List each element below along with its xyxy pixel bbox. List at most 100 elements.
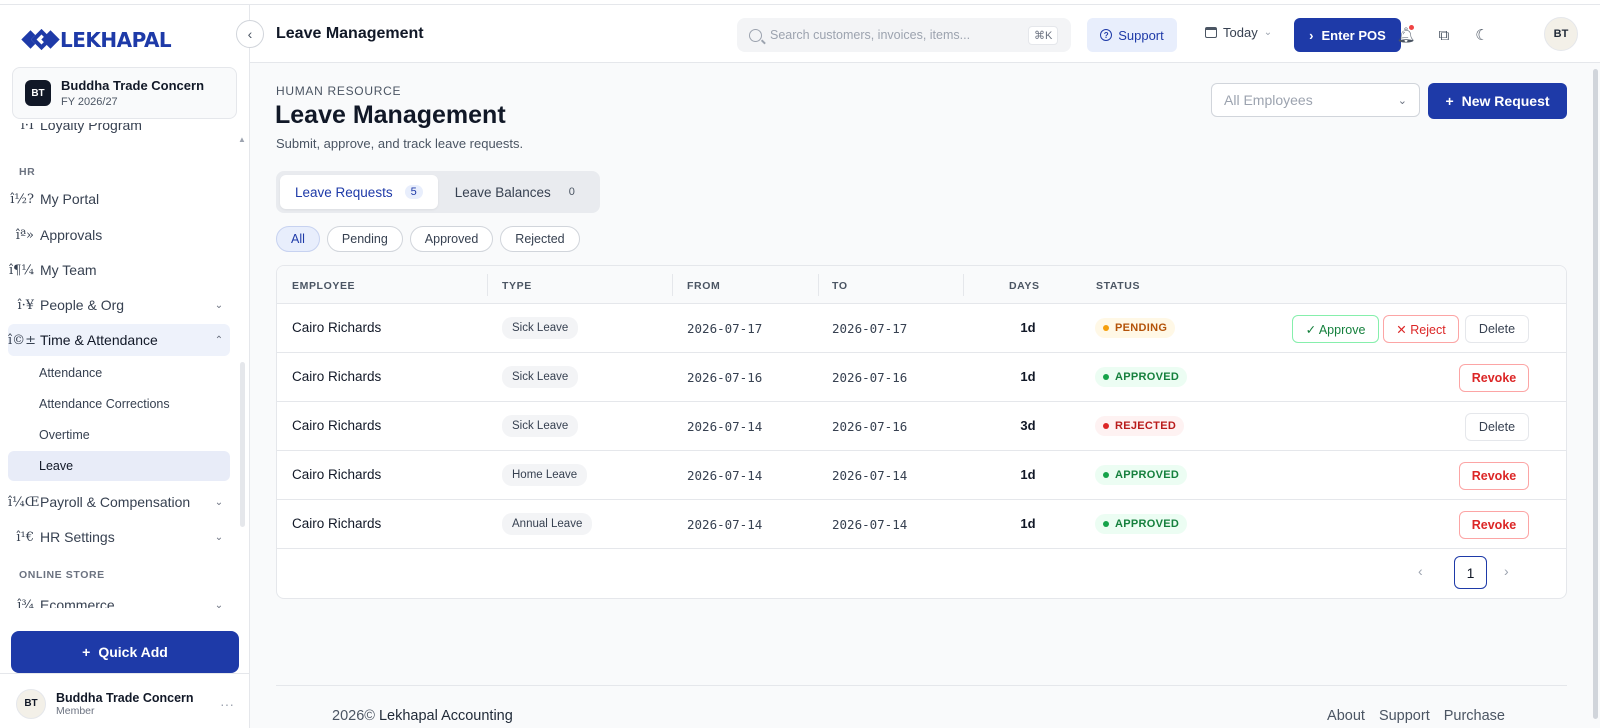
status-badge: REJECTED: [1095, 416, 1185, 436]
sidebar-item-loyalty-program[interactable]: ì·Ì Loyalty Program: [8, 123, 230, 141]
sidebar-item-payroll[interactable]: î¼Œ Payroll & Compensation ⌄: [8, 486, 230, 518]
sidebar-item-my-team[interactable]: î¶¼ My Team: [8, 254, 230, 286]
people-icon: î·¥: [17, 297, 34, 313]
brand-logo[interactable]: LEKHAPAL: [21, 27, 172, 53]
date-picker[interactable]: Today ⌄: [1205, 25, 1272, 40]
tab-leave-balances[interactable]: Leave Balances 0: [440, 175, 596, 209]
chevron-down-icon: ⌄: [1397, 94, 1407, 107]
sidebar-item-label: My Portal: [40, 191, 100, 207]
to-date: 2026-07-17: [832, 321, 908, 336]
pagination: ‹ 1 ›: [277, 545, 1566, 598]
sidebar-item-label: My Team: [40, 262, 97, 278]
column-header-to: TO: [832, 280, 848, 292]
avatar: BT: [16, 688, 46, 719]
company-name: Lekhapal Accounting: [378, 708, 513, 724]
user-menu[interactable]: BT Buddha Trade Concern Member ···: [0, 673, 250, 728]
quick-add-button[interactable]: + Quick Add: [11, 631, 239, 673]
new-request-button[interactable]: + New Request: [1428, 83, 1567, 119]
delete-button[interactable]: Delete: [1465, 413, 1529, 441]
sidebar-item-people-org[interactable]: î·¥ People & Org ⌄: [8, 289, 230, 321]
sidebar-item-label: People & Org: [40, 297, 125, 313]
org-avatar: BT: [25, 80, 51, 106]
tab-bar: Leave Requests 5 Leave Balances 0: [276, 171, 600, 213]
sidebar-item-label: Loyalty Program: [40, 123, 142, 133]
global-search[interactable]: ⌘K: [737, 18, 1071, 52]
filter-rejected[interactable]: Rejected: [500, 226, 580, 252]
reject-button[interactable]: ✕ Reject: [1383, 315, 1459, 343]
sidebar-scrollbar[interactable]: [240, 362, 245, 527]
top-header: Leave Management ⌘K ? Support Today ⌄ › …: [250, 5, 1600, 63]
from-date: 2026-07-14: [687, 419, 763, 434]
sidebar-item-my-portal[interactable]: î½? My Portal: [8, 183, 230, 215]
leave-type-badge: Sick Leave: [502, 415, 579, 437]
enter-pos-button[interactable]: › Enter POS: [1294, 18, 1401, 52]
payroll-icon: î¼Œ: [8, 494, 40, 510]
column-header-type: TYPE: [502, 280, 532, 292]
chevron-right-icon: ›: [1309, 27, 1314, 43]
sidebar-item-hr-settings[interactable]: î¹€ HR Settings ⌄: [8, 521, 230, 553]
chevron-down-icon: ⌄: [214, 299, 224, 311]
sidebar: LEKHAPAL BT Buddha Trade Concern FY 2026…: [0, 5, 250, 728]
table-row: Cairo Richards Sick Leave 2026-07-17 202…: [277, 304, 1566, 353]
page-eyebrow: HUMAN RESOURCE: [276, 84, 402, 98]
revoke-button[interactable]: Revoke: [1459, 364, 1529, 392]
avatar[interactable]: BT: [1544, 17, 1578, 51]
from-date: 2026-07-14: [687, 468, 763, 483]
count-badge: 5: [404, 185, 423, 199]
page-number-button[interactable]: 1: [1454, 556, 1487, 589]
status-badge: PENDING: [1095, 318, 1176, 338]
approve-button[interactable]: ✓ Approve: [1292, 315, 1379, 343]
days-count: 1d: [1020, 467, 1036, 482]
support-label: Support: [1118, 27, 1164, 43]
sidebar-subitem-overtime[interactable]: Overtime: [8, 420, 230, 450]
to-date: 2026-07-14: [832, 468, 908, 483]
sidebar-subitem-leave[interactable]: Leave: [8, 451, 230, 481]
filter-all[interactable]: All: [276, 226, 320, 252]
support-button[interactable]: ? Support: [1087, 18, 1177, 52]
status-badge: APPROVED: [1095, 465, 1188, 485]
scroll-up-icon[interactable]: ▲: [238, 135, 246, 144]
sidebar-item-approvals[interactable]: îª» Approvals: [8, 219, 230, 251]
sidebar-subitem-attendance[interactable]: Attendance: [8, 358, 230, 388]
revoke-button[interactable]: Revoke: [1459, 511, 1529, 539]
team-icon: î¶¼: [8, 262, 34, 278]
more-options-icon[interactable]: ···: [220, 696, 234, 712]
chevron-left-icon[interactable]: ‹: [1418, 563, 1423, 579]
bell-icon[interactable]: 🔔︎: [1396, 25, 1416, 45]
sidebar-item-ecommerce[interactable]: î¾ Ecommerce ⌄: [8, 589, 230, 608]
main-scrollbar[interactable]: [1593, 63, 1598, 728]
sidebar-nav: ì·Ì Loyalty Program HR î½? My Portal îª»…: [0, 123, 250, 608]
loyalty-icon: ì·Ì: [20, 123, 34, 133]
external-link-icon[interactable]: ⧉: [1434, 25, 1454, 45]
moon-icon[interactable]: ☾: [1472, 25, 1492, 45]
footer-link-about[interactable]: About: [1327, 708, 1365, 724]
table-row: Cairo Richards Home Leave 2026-07-14 202…: [277, 451, 1566, 500]
sidebar-item-time-attendance[interactable]: î©± Time & Attendance ⌃: [8, 324, 230, 356]
org-fiscal-year: FY 2026/27: [61, 96, 118, 108]
tab-leave-requests[interactable]: Leave Requests 5: [280, 175, 438, 209]
filter-approved[interactable]: Approved: [409, 226, 494, 252]
sidebar-item-label: Payroll & Compensation: [40, 494, 191, 510]
approvals-icon: îª»: [15, 227, 34, 243]
column-header-employee: EMPLOYEE: [292, 280, 356, 292]
chevron-left-icon: ‹: [247, 26, 253, 42]
count-badge: 0: [568, 186, 575, 198]
search-input[interactable]: [770, 28, 1020, 42]
delete-button[interactable]: Delete: [1465, 315, 1529, 343]
table-row: Cairo Richards Sick Leave 2026-07-16 202…: [277, 353, 1566, 402]
status-badge: APPROVED: [1095, 514, 1188, 534]
leave-requests-table: EMPLOYEE TYPE FROM TO DAYS STATUS Cairo …: [276, 265, 1567, 599]
employee-filter-select[interactable]: All Employees ⌄: [1211, 83, 1420, 117]
footer-link-purchase[interactable]: Purchase: [1444, 708, 1505, 724]
main-content: HUMAN RESOURCE Leave Management Submit, …: [250, 63, 1600, 728]
filter-pending[interactable]: Pending: [326, 226, 403, 252]
footer-link-support[interactable]: Support: [1379, 708, 1430, 724]
revoke-button[interactable]: Revoke: [1459, 462, 1529, 490]
employee-filter-value: All Employees: [1224, 92, 1313, 108]
chevron-right-icon[interactable]: ›: [1504, 563, 1509, 579]
tab-label: Leave Balances: [454, 184, 551, 200]
sidebar-collapse-button[interactable]: ‹: [236, 20, 264, 48]
days-count: 1d: [1020, 516, 1036, 531]
org-switcher[interactable]: BT Buddha Trade Concern FY 2026/27: [12, 67, 237, 119]
sidebar-subitem-attendance-corrections[interactable]: Attendance Corrections: [8, 389, 230, 419]
